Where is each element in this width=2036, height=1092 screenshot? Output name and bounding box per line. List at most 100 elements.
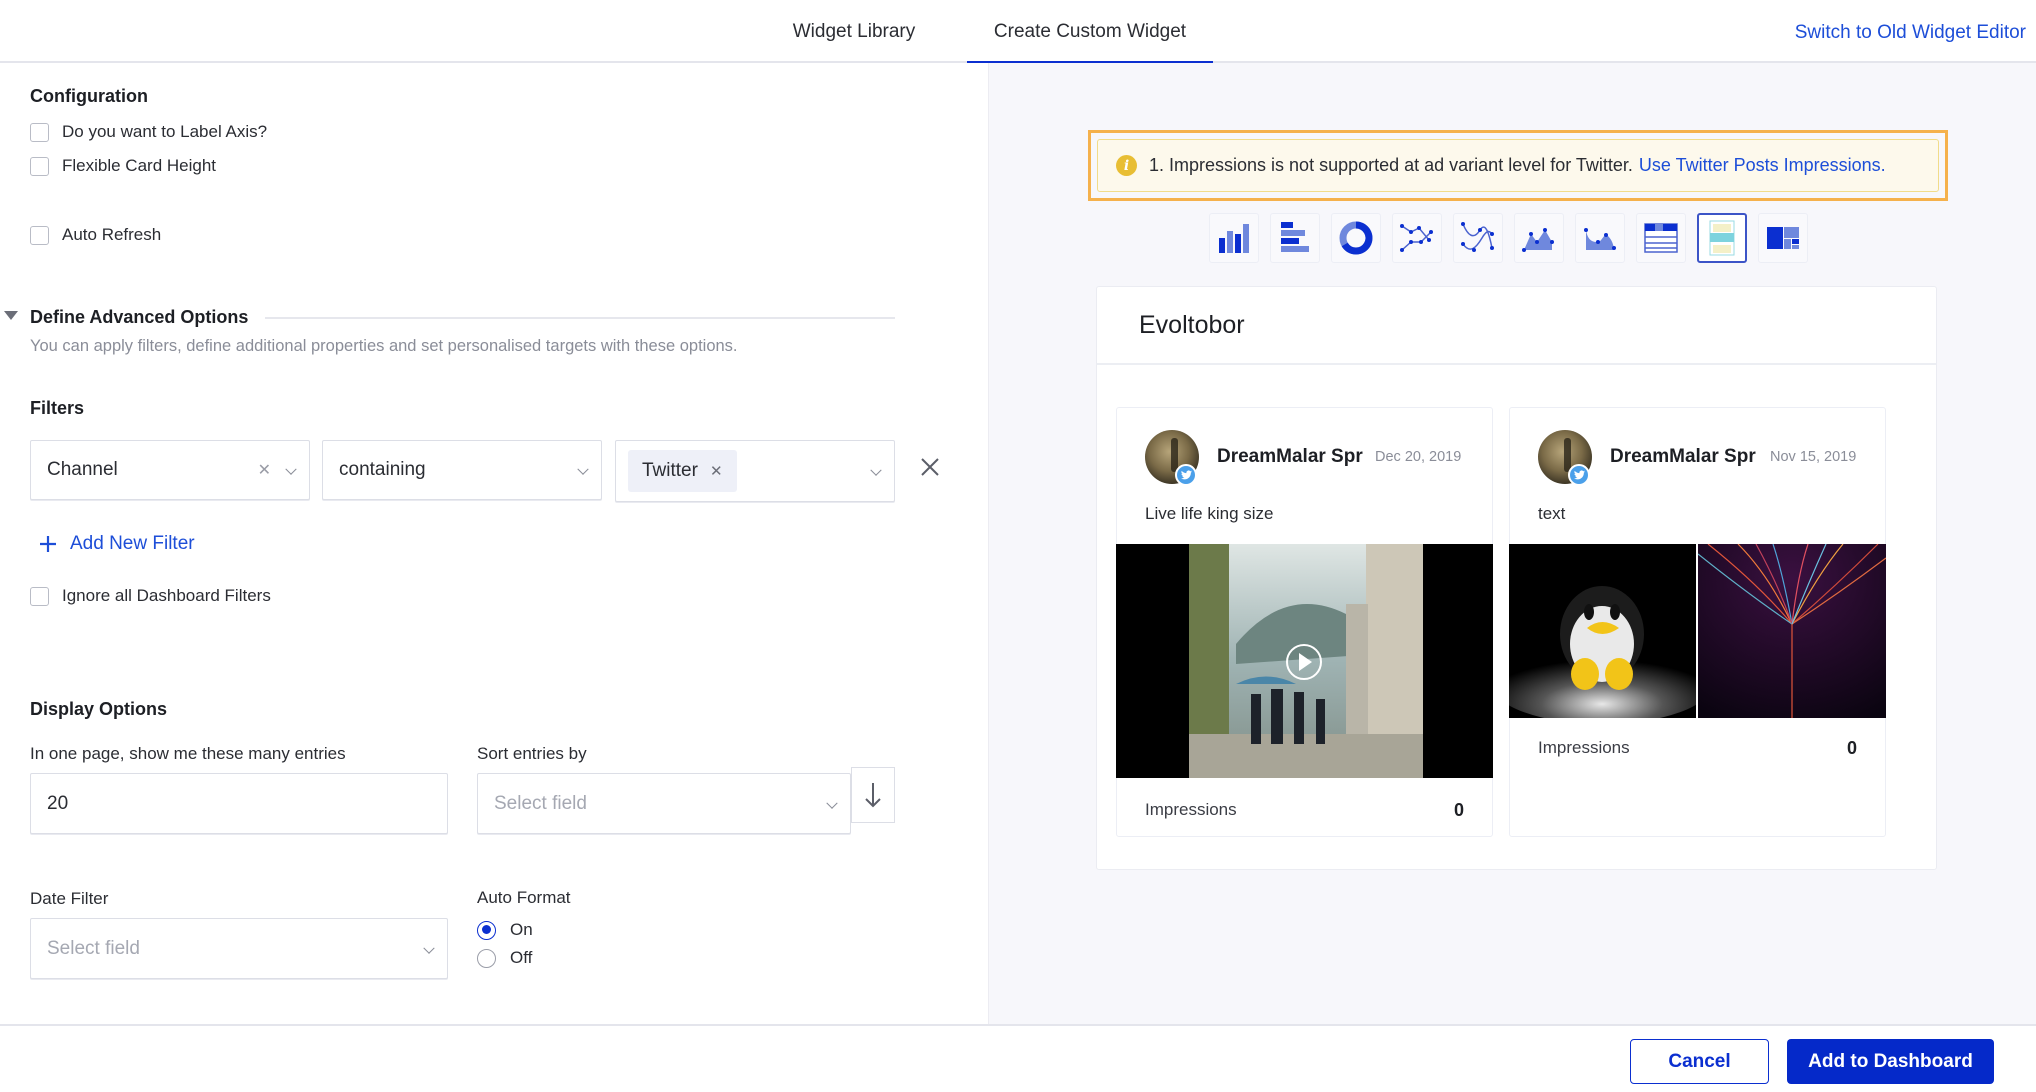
display-options-title: Display Options	[30, 699, 168, 719]
widget-title: Evoltobor	[1139, 311, 1245, 339]
chart-type-donut[interactable]	[1331, 213, 1381, 263]
config-panel: Configuration Do you want to Label Axis?…	[0, 63, 988, 1024]
remove-filter-icon[interactable]	[918, 455, 942, 479]
donut-chart-icon	[1339, 221, 1373, 255]
switch-old-editor-link[interactable]: Switch to Old Widget Editor	[1795, 22, 2026, 44]
filters-title: Filters	[30, 398, 85, 418]
plus-icon	[40, 536, 56, 552]
auto-format-on-radio[interactable]: On	[477, 920, 533, 940]
chart-type-line[interactable]	[1392, 213, 1442, 263]
twitter-icon	[1175, 464, 1197, 486]
filter-values-select[interactable]: Twitter ✕	[615, 440, 895, 502]
warning-banner: i 1. Impressions is not supported at ad …	[1097, 139, 1939, 192]
footer-bar: Cancel Add to Dashboard	[0, 1024, 2036, 1092]
add-new-filter-button[interactable]: Add New Filter	[38, 533, 195, 555]
filter-field-select[interactable]: Channel ✕	[30, 440, 310, 500]
chart-type-post-card[interactable]	[1697, 213, 1747, 263]
date-filter-label: Date Filter	[30, 889, 109, 908]
scatter-line-icon	[1400, 224, 1433, 252]
checkbox-box[interactable]	[30, 586, 49, 606]
arrow-down-icon	[865, 783, 881, 808]
sort-placeholder: Select field	[494, 792, 587, 814]
date-filter-select[interactable]: Select field	[30, 918, 448, 979]
configuration-title: Configuration	[30, 86, 148, 106]
post-text: Live life king size	[1145, 504, 1274, 523]
checkbox-label: Ignore all Dashboard Filters	[62, 586, 271, 605]
post-images[interactable]	[1509, 544, 1886, 718]
auto-format-off-radio[interactable]: Off	[477, 948, 532, 968]
metric-value: 0	[1453, 800, 1464, 820]
avatar	[1145, 430, 1199, 486]
chart-type-column[interactable]	[1209, 213, 1259, 263]
chip-label: Twitter	[642, 460, 698, 481]
cancel-button[interactable]: Cancel	[1630, 1039, 1769, 1084]
radio-label: Off	[510, 948, 533, 967]
filter-operator-value: containing	[339, 459, 426, 480]
metric-label: Impressions	[1145, 800, 1237, 819]
treemap-icon	[1767, 227, 1799, 249]
tab-create-custom-widget[interactable]: Create Custom Widget	[967, 0, 1213, 65]
advanced-description: You can apply filters, define additional…	[30, 337, 738, 355]
post-card-icon	[1709, 220, 1735, 256]
warning-link[interactable]: Use Twitter Posts Impressions.	[1639, 155, 1886, 176]
advanced-options-title[interactable]: Define Advanced Options	[30, 307, 248, 328]
widget-divider	[1097, 363, 1936, 365]
checkbox-label: Auto Refresh	[62, 225, 162, 244]
penguin-image	[1509, 544, 1696, 718]
chart-type-area[interactable]	[1514, 213, 1564, 263]
post-card[interactable]: DreamMalar Spr Dec 20, 2019 Live life ki…	[1116, 407, 1493, 837]
filter-operator-select[interactable]: containing	[322, 440, 602, 500]
entries-value: 20	[47, 792, 69, 814]
info-icon: i	[1116, 155, 1137, 176]
preview-panel: i 1. Impressions is not supported at ad …	[988, 63, 2036, 1024]
add-to-dashboard-button[interactable]: Add to Dashboard	[1787, 1039, 1994, 1084]
area-chart-icon	[1522, 228, 1554, 252]
warning-text: 1. Impressions is not supported at ad va…	[1149, 155, 1633, 175]
checkbox-box[interactable]	[30, 156, 49, 176]
tab-widget-library[interactable]: Widget Library	[783, 0, 925, 63]
entries-input[interactable]: 20	[30, 773, 448, 834]
label-axis-checkbox[interactable]: Do you want to Label Axis?	[30, 122, 267, 142]
remove-chip-icon[interactable]: ✕	[710, 462, 723, 480]
collapse-triangle-icon[interactable]	[4, 311, 18, 320]
fiber-art-image	[1698, 544, 1886, 718]
post-text: text	[1538, 504, 1566, 523]
post-date: Dec 20, 2019	[1375, 449, 1462, 465]
metric-label: Impressions	[1538, 738, 1630, 757]
clear-icon[interactable]: ✕	[258, 460, 271, 480]
chevron-down-icon	[285, 463, 297, 475]
flexible-card-height-checkbox[interactable]: Flexible Card Height	[30, 156, 216, 176]
metric-value: 0	[1846, 738, 1857, 758]
checkbox-box[interactable]	[30, 122, 49, 142]
radio-label: On	[510, 920, 533, 939]
chart-type-bar[interactable]	[1270, 213, 1320, 263]
radio-button[interactable]	[477, 920, 496, 940]
checkbox-label: Do you want to Label Axis?	[62, 122, 268, 141]
post-card[interactable]: DreamMalar Spr Nov 15, 2019 text Impress…	[1509, 407, 1886, 837]
chart-type-treemap[interactable]	[1758, 213, 1808, 263]
chevron-down-icon	[870, 464, 882, 476]
widget-preview-card: Evoltobor DreamMalar Spr Dec 20, 2019 Li…	[1096, 286, 1937, 870]
sort-label: Sort entries by	[477, 744, 587, 763]
section-divider	[265, 317, 895, 319]
warning-highlight: i 1. Impressions is not supported at ad …	[1088, 130, 1948, 201]
ignore-dashboard-filters-checkbox[interactable]: Ignore all Dashboard Filters	[30, 586, 271, 606]
auto-refresh-checkbox[interactable]: Auto Refresh	[30, 225, 161, 245]
chevron-down-icon	[826, 797, 838, 809]
spline-chart-icon	[1461, 222, 1494, 252]
sort-direction-button[interactable]	[851, 767, 895, 823]
chart-type-area-spline[interactable]	[1575, 213, 1625, 263]
chart-type-spline[interactable]	[1453, 213, 1503, 263]
sort-field-select[interactable]: Select field	[477, 773, 851, 834]
chevron-down-icon	[577, 463, 589, 475]
entries-label: In one page, show me these many entries	[30, 744, 346, 763]
top-bar: Widget Library Create Custom Widget Swit…	[0, 0, 2036, 65]
checkbox-box[interactable]	[30, 225, 49, 245]
auto-format-label: Auto Format	[477, 888, 571, 907]
twitter-icon	[1568, 464, 1590, 486]
radio-button[interactable]	[477, 948, 496, 968]
post-video[interactable]	[1116, 544, 1493, 778]
chart-type-table[interactable]	[1636, 213, 1686, 263]
video-thumbnail	[1189, 544, 1423, 778]
chevron-down-icon	[423, 942, 435, 954]
